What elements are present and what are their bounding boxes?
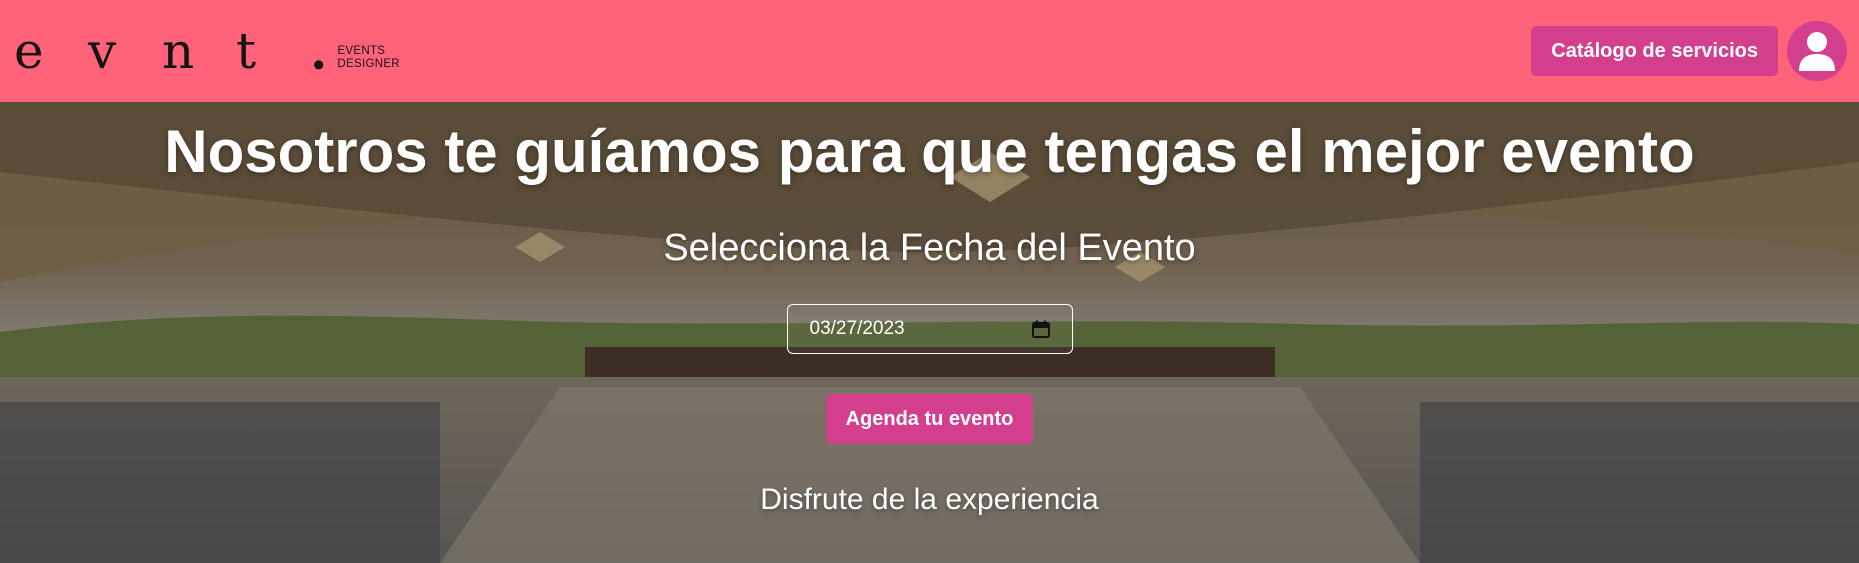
logo-letter: v (88, 22, 117, 80)
navbar-actions: Catálogo de servicios (1531, 21, 1849, 81)
navbar: e v n t . EVENTS DESIGNER Catálogo de se… (0, 0, 1859, 102)
logo-letter: n (162, 22, 195, 80)
hero-title: Nosotros te guíamos para que tengas el m… (164, 118, 1695, 185)
hero-section: Nosotros te guíamos para que tengas el m… (0, 102, 1859, 563)
schedule-event-button[interactable]: Agenda tu evento (825, 394, 1034, 444)
event-date-value: 03/27/2023 (809, 318, 905, 339)
brand-logo[interactable]: e v n t . EVENTS DESIGNER (14, 0, 400, 102)
catalog-button[interactable]: Catálogo de servicios (1531, 26, 1778, 76)
logo-wordmark: e v n t . (14, 22, 327, 81)
logo-subtitle-line2: DESIGNER (337, 58, 400, 70)
user-silhouette (1799, 32, 1835, 71)
calendar-icon[interactable] (1031, 320, 1050, 338)
logo-dot: . (310, 21, 328, 81)
logo-letter: e (14, 22, 44, 80)
event-date-input[interactable]: 03/27/2023 (786, 304, 1073, 354)
hero-content: Nosotros te guíamos para que tengas el m… (0, 102, 1859, 563)
logo-subtitle: EVENTS DESIGNER (337, 45, 399, 71)
user-avatar-icon[interactable] (1787, 21, 1847, 81)
hero-footer-text: Disfrute de la experiencia (760, 483, 1099, 516)
logo-letter: t (236, 22, 257, 80)
logo-subtitle-line1: EVENTS (337, 45, 386, 57)
hero-subtitle: Selecciona la Fecha del Evento (663, 227, 1196, 269)
